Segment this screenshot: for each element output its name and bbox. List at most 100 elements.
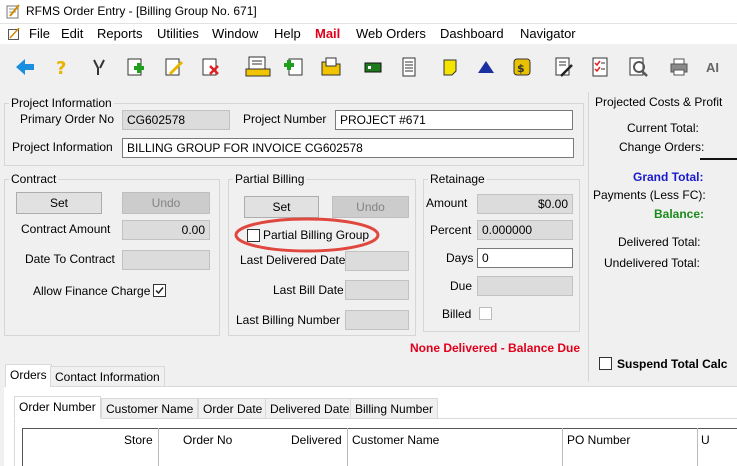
project-number-field[interactable]: PROJECT #671 <box>335 110 573 130</box>
menu-window[interactable]: Window <box>212 26 258 41</box>
menu-reports[interactable]: Reports <box>97 26 143 41</box>
menu-edit[interactable]: Edit <box>61 26 83 41</box>
retainage-legend: Retainage <box>430 172 485 186</box>
tab-order-date[interactable]: Order Date <box>198 398 268 419</box>
retainage-amount-field[interactable]: $0.00 <box>477 194 573 214</box>
back-arrow-icon[interactable] <box>14 56 36 78</box>
last-billing-number-field[interactable] <box>345 310 409 330</box>
printer-icon[interactable] <box>668 56 690 78</box>
ai-icon[interactable]: AI <box>706 60 719 75</box>
partial-billing-undo-button[interactable]: Undo <box>332 196 409 218</box>
checkmark-icon <box>155 287 164 295</box>
highlight-ellipse-annotation <box>234 217 380 253</box>
folder-icon[interactable] <box>320 56 342 78</box>
undelivered-total-label: Undelivered Total: <box>604 256 700 270</box>
grid-col-divider <box>697 428 698 466</box>
menu-file[interactable]: File <box>29 26 50 41</box>
last-bill-date-field[interactable] <box>345 280 409 300</box>
status-message: None Delivered - Balance Due <box>410 341 581 355</box>
green-card-icon[interactable] <box>362 56 384 78</box>
svg-text:$: $ <box>517 62 525 75</box>
menu-dashboard[interactable]: Dashboard <box>440 26 504 41</box>
window-title: RFMS Order Entry - [Billing Group No. 67… <box>26 4 257 18</box>
magnify-document-icon[interactable] <box>627 56 649 78</box>
grid-col-divider <box>158 428 159 466</box>
retainage-due-field[interactable] <box>477 276 573 296</box>
checklist-icon[interactable] <box>589 56 611 78</box>
contract-amount-field[interactable]: 0.00 <box>122 220 210 240</box>
allow-finance-checkbox[interactable] <box>153 284 166 297</box>
tab-delivered-date[interactable]: Delivered Date <box>265 398 355 419</box>
retainage-days-field[interactable]: 0 <box>477 248 573 268</box>
svg-text:?: ? <box>56 58 66 78</box>
toolbar: ? $ AI <box>0 44 737 92</box>
tab-billing-number[interactable]: Billing Number <box>350 398 439 419</box>
menu-mail[interactable]: Mail <box>315 26 340 41</box>
signing-icon[interactable] <box>552 56 574 78</box>
date-to-contract-label: Date To Contract <box>25 252 115 266</box>
last-bill-date-label: Last Bill Date <box>273 283 344 297</box>
sticky-note-icon[interactable] <box>439 56 461 78</box>
contract-amount-label: Contract Amount <box>21 222 111 236</box>
payments-label: Payments (Less FC): <box>593 188 706 202</box>
system-menu-icon[interactable] <box>8 28 20 40</box>
menu-help[interactable]: Help <box>274 26 301 41</box>
contract-legend: Contract <box>11 172 57 186</box>
grid-header-u[interactable]: U <box>701 433 710 447</box>
retainage-billed-checkbox[interactable] <box>479 307 492 320</box>
printed-report-icon[interactable] <box>244 56 272 78</box>
menu-navigator[interactable]: Navigator <box>520 26 576 41</box>
triangle-icon[interactable] <box>475 56 497 78</box>
document-icon[interactable] <box>398 56 420 78</box>
add-order-icon[interactable] <box>124 56 146 78</box>
total-divider <box>700 158 737 160</box>
retainage-amount-label: Amount <box>426 196 468 210</box>
tab-orders[interactable]: Orders <box>5 364 52 387</box>
project-number-label: Project Number <box>243 112 327 126</box>
suspend-total-label: Suspend Total Calc <box>617 357 728 371</box>
retainage-billed-label: Billed <box>442 307 472 321</box>
menu-utilities[interactable]: Utilities <box>157 26 199 41</box>
tab-customer-name[interactable]: Customer Name <box>101 398 199 419</box>
change-orders-label: Change Orders: <box>619 140 705 154</box>
delete-order-icon[interactable] <box>199 56 221 78</box>
grid-header-delivered[interactable]: Delivered <box>291 433 342 447</box>
app-notepad-icon <box>6 4 20 19</box>
partial-billing-legend: Partial Billing <box>235 172 305 186</box>
project-info-field[interactable]: BILLING GROUP FOR INVOICE CG602578 <box>122 138 574 158</box>
grand-total-label: Grand Total: <box>633 170 704 184</box>
menu-bar: File Edit Reports Utilities Window Help … <box>0 24 737 44</box>
help-question-icon[interactable]: ? <box>51 56 73 78</box>
retainage-percent-label: Percent <box>430 223 472 237</box>
tab-contact-information[interactable]: Contact Information <box>50 366 165 387</box>
grid-header-store[interactable]: Store <box>124 433 153 447</box>
last-billing-number-label: Last Billing Number <box>236 313 341 327</box>
last-delivered-date-label: Last Delivered Date <box>240 253 346 267</box>
tab-order-number[interactable]: Order Number <box>14 396 101 419</box>
grid-header-po-number[interactable]: PO Number <box>567 433 630 447</box>
last-delivered-date-field[interactable] <box>345 251 409 271</box>
grid-header-order-no[interactable]: Order No <box>183 433 232 447</box>
grid-col-divider <box>347 428 348 466</box>
partial-billing-set-button[interactable]: Set <box>244 196 319 218</box>
retainage-days-label: Days <box>446 251 474 265</box>
grid-col-divider <box>562 428 563 466</box>
primary-order-field[interactable]: CG602578 <box>122 110 230 130</box>
add-document-icon[interactable] <box>283 56 305 78</box>
menu-web-orders[interactable]: Web Orders <box>356 26 426 41</box>
grid-header-customer-name[interactable]: Customer Name <box>352 433 439 447</box>
calculator-icon[interactable]: $ <box>511 56 533 78</box>
edit-order-icon[interactable] <box>162 56 184 78</box>
date-to-contract-field[interactable] <box>122 250 210 270</box>
tools-icon[interactable] <box>88 56 110 78</box>
delivered-total-label: Delivered Total: <box>618 235 701 249</box>
project-information-legend: Project Information <box>11 96 112 110</box>
balance-label: Balance: <box>654 207 705 221</box>
retainage-due-label: Due <box>450 279 473 293</box>
primary-order-label: Primary Order No <box>20 112 115 126</box>
suspend-total-checkbox[interactable] <box>599 357 612 370</box>
contract-set-button[interactable]: Set <box>16 192 102 214</box>
retainage-percent-field[interactable]: 0.000000 <box>477 220 573 240</box>
projected-costs-title: Projected Costs & Profit <box>595 95 723 109</box>
contract-undo-button[interactable]: Undo <box>122 192 210 214</box>
